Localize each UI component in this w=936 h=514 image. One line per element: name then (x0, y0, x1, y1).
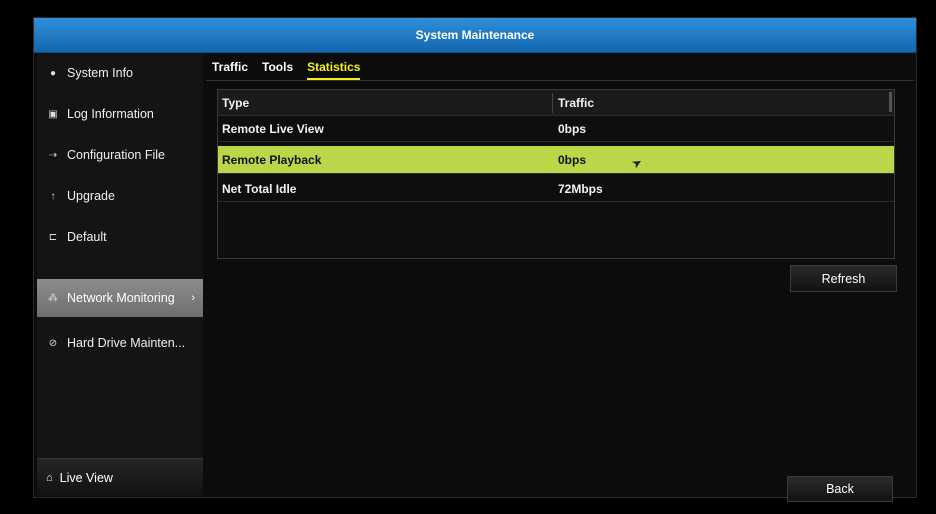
upgrade-icon: ↑ (50, 190, 56, 202)
chevron-right-icon: › (191, 292, 195, 304)
back-button[interactable]: Back (787, 476, 893, 502)
refresh-button[interactable]: Refresh (790, 265, 897, 292)
home-icon: ⌂ (46, 471, 53, 484)
tab-traffic[interactable]: Traffic (212, 60, 248, 80)
sidebar-item-label: Network Monitoring (67, 291, 175, 305)
tab-statistics[interactable]: Statistics (307, 60, 361, 80)
table-row[interactable]: Remote Live View 0bps (218, 116, 894, 142)
cell-traffic: 72Mbps (558, 181, 603, 196)
tab-tools[interactable]: Tools (262, 60, 293, 80)
statistics-table: Type Traffic Remote Live View 0bps Remot… (217, 89, 895, 259)
column-divider (552, 93, 553, 113)
cell-traffic: 0bps (558, 121, 587, 136)
table-row[interactable]: Net Total Idle 72Mbps (218, 176, 894, 202)
sidebar-item-network-monitoring[interactable]: ⁂ Network Monitoring › (37, 279, 203, 317)
log-icon: ▣ (48, 108, 58, 120)
sidebar-item-label: Log Information (67, 107, 154, 121)
live-view-button[interactable]: ⌂ Live View (37, 458, 203, 496)
scrollbar[interactable] (889, 92, 892, 112)
sidebar-item-system-info[interactable]: ● System Info (37, 54, 203, 92)
sidebar-item-label: Configuration File (67, 148, 165, 162)
cell-type: Remote Live View (222, 121, 324, 136)
info-icon: ● (49, 67, 57, 79)
sidebar-item-default[interactable]: ⊏ Default (37, 218, 203, 256)
tab-bar: Traffic Tools Statistics (212, 60, 374, 80)
sidebar-item-label: Upgrade (67, 189, 115, 203)
column-header-traffic: Traffic (558, 95, 595, 110)
tab-divider (206, 80, 914, 81)
system-maintenance-window: System Maintenance ● System Info ▣ Log I… (33, 17, 917, 502)
sidebar: ● System Info ▣ Log Information ⇢ Config… (37, 54, 203, 496)
sidebar-item-hard-drive-maintenance[interactable]: ⊘ Hard Drive Mainten... (37, 324, 203, 362)
default-icon: ⊏ (48, 231, 58, 243)
cell-type: Remote Playback (222, 152, 322, 167)
sidebar-item-label: Hard Drive Mainten... (67, 336, 186, 350)
table-header: Type Traffic (218, 90, 894, 116)
sidebar-item-label: Default (67, 230, 107, 244)
hard-drive-icon: ⊘ (48, 337, 58, 349)
cell-traffic: 0bps (558, 152, 587, 167)
sidebar-item-label: System Info (67, 66, 133, 80)
network-icon: ⁂ (48, 292, 58, 304)
sidebar-item-log-information[interactable]: ▣ Log Information (37, 95, 203, 133)
config-file-icon: ⇢ (48, 149, 58, 161)
column-header-type: Type (222, 95, 250, 110)
table-row-selected[interactable]: Remote Playback 0bps (218, 146, 894, 174)
sidebar-item-configuration-file[interactable]: ⇢ Configuration File (37, 136, 203, 174)
window-title: System Maintenance (34, 18, 916, 53)
sidebar-item-upgrade[interactable]: ↑ Upgrade (37, 177, 203, 215)
live-view-label: Live View (59, 470, 113, 485)
cell-type: Net Total Idle (222, 181, 297, 196)
